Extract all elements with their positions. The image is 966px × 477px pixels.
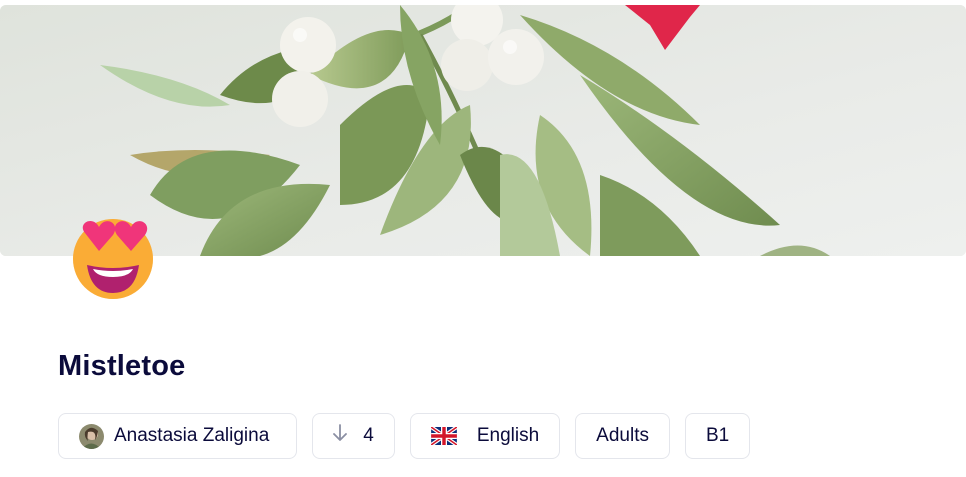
level-label: B1 [705, 425, 730, 446]
audience-chip[interactable]: Adults [575, 413, 670, 459]
downloads-chip[interactable]: 4 [312, 413, 395, 459]
avatar [79, 423, 104, 449]
language-chip[interactable]: English [409, 413, 561, 459]
heart-eyes-face-icon [69, 213, 157, 301]
author-name: Anastasia Zaligina [114, 425, 270, 446]
level-chip[interactable]: B1 [684, 413, 751, 459]
author-chip[interactable]: Anastasia Zaligina [58, 413, 298, 459]
arrow-down-icon [333, 424, 348, 448]
lesson-meta-chips: Anastasia Zaligina 4 English Adults B1 [58, 413, 751, 459]
uk-flag-icon [429, 425, 458, 447]
lesson-title: Mistletoe [58, 350, 186, 382]
downloads-count: 4 [363, 425, 374, 446]
language-label: English [476, 425, 540, 446]
audience-label: Adults [596, 425, 649, 446]
